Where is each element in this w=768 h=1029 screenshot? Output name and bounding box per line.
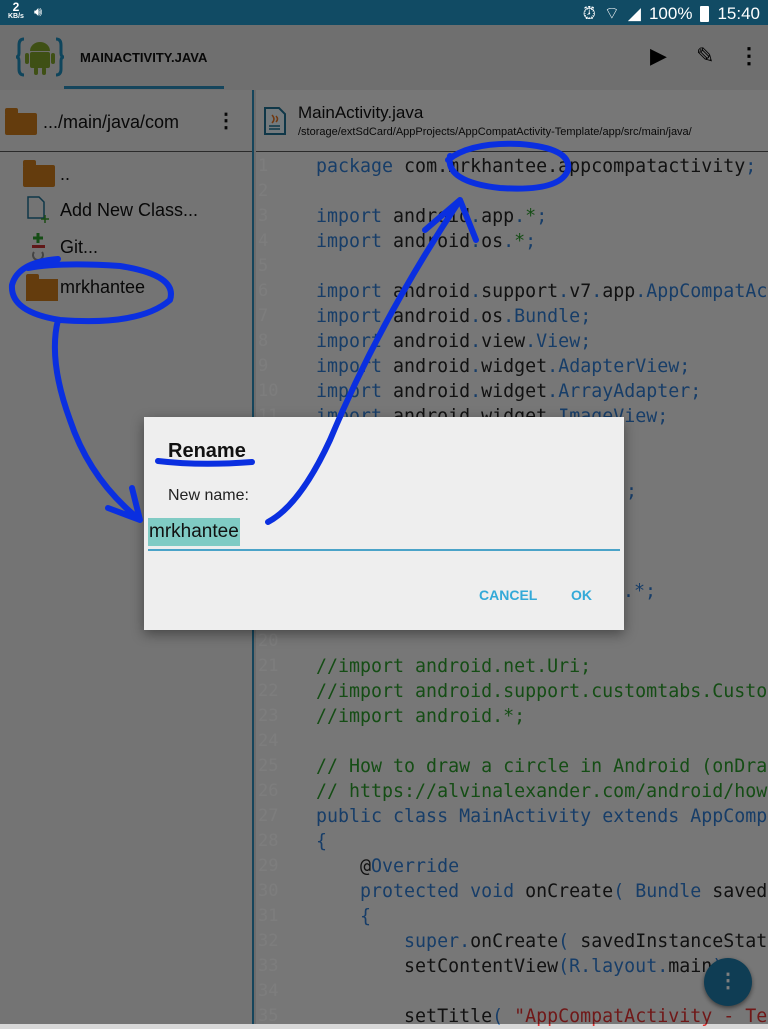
dialog-title: Rename (168, 440, 246, 462)
cancel-button[interactable]: CANCEL (479, 587, 537, 603)
rename-dialog: Rename New name: mrkhantee CANCEL OK (144, 417, 624, 630)
wifi-icon: ⌔ (603, 4, 620, 23)
volume-icon: 🔊︎ (34, 4, 43, 19)
new-name-value: mrkhantee (148, 518, 240, 546)
clock: 15:40 (717, 3, 760, 23)
battery-icon (700, 5, 710, 22)
battery-percent: 100% (648, 3, 693, 23)
signal-icon: ◢ (627, 3, 641, 23)
network-speed: 2 KB/s (8, 0, 24, 20)
alarm-icon: ⏰︎ (582, 3, 596, 23)
new-name-label: New name: (168, 487, 249, 504)
ok-button[interactable]: OK (571, 587, 592, 603)
new-name-input[interactable]: mrkhantee (148, 517, 620, 551)
status-bar: 2 KB/s 🔊︎ ⏰︎ ⌔ ◢ 100% 15:40 (0, 0, 768, 25)
